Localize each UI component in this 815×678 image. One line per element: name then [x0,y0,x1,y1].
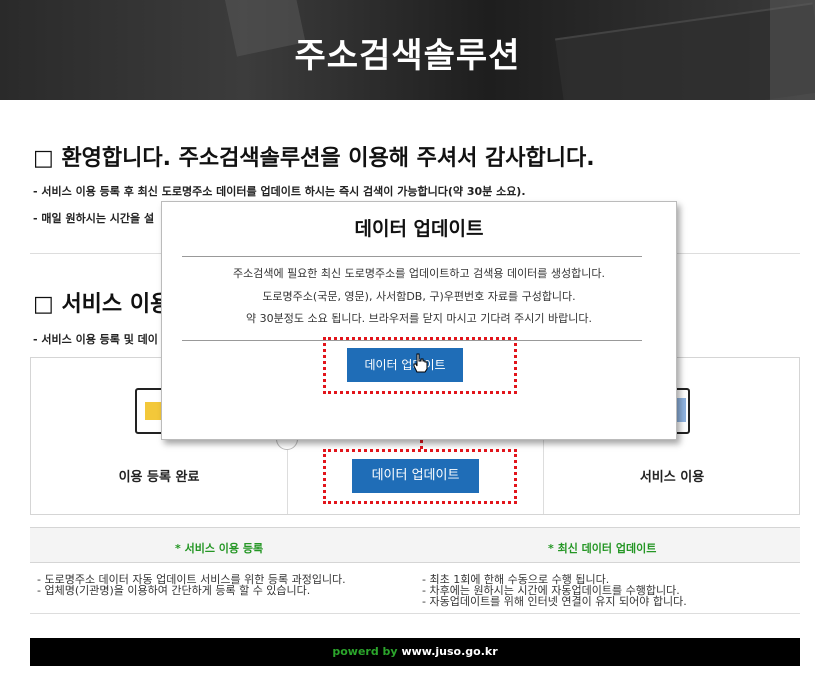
page-title: 주소검색솔루션 [294,36,521,76]
divider [30,613,800,614]
header-banner: 주소검색솔루션 [0,0,815,100]
step-label: 서비스 이용 [639,470,705,485]
footer: powerd by www.juso.go.kr [30,638,800,666]
footer-prefix: powerd by [332,645,398,658]
step-label: 이용 등록 완료 [118,470,200,485]
list-item: - 업체명(기관명)을 이용하여 간단하게 등록 할 수 있습니다. [37,584,311,597]
update-dialog: 데이터 업데이트 주소검색에 필요한 최신 도로명주소를 업데이트하고 검색용 … [161,201,677,440]
info-list-registration: - 도로명주소 데이터 자동 업데이트 서비스를 위한 등록 과정입니다. - … [37,574,346,596]
dialog-text-line: 약 30분정도 소요 됩니다. 브라우저를 닫지 마시고 기다려 주시기 바랍니… [246,312,592,325]
highlight-box [323,449,517,504]
dialog-text-line: 주소검색에 필요한 최신 도로명주소를 업데이트하고 검색용 데이터를 생성합니… [232,267,606,280]
dialog-data-update-button[interactable]: 데이터 업데이트 [347,348,463,382]
info-heading-update: * 최신 데이터 업데이트 [548,542,657,555]
service-description: - 서비스 이용 등록 및 데이 [33,333,158,346]
dialog-title: 데이터 업데이트 [354,218,484,240]
info-header-bar: * 서비스 이용 등록 * 최신 데이터 업데이트 [30,527,800,563]
welcome-heading: □ 환영합니다. 주소검색솔루션을 이용해 주셔서 감사합니다. [33,146,595,171]
welcome-text-line: - 서비스 이용 등록 후 최신 도로명주소 데이터를 업데이트 하시는 즉시 … [33,185,526,198]
welcome-text-line: - 매일 원하시는 시간을 설 [33,212,155,225]
list-item: - 자동업데이트를 위해 인터넷 연결이 유지 되어야 합니다. [422,595,687,608]
divider [182,256,642,257]
info-heading-registration: * 서비스 이용 등록 [175,542,264,555]
hand-cursor-icon [413,353,428,373]
footer-site-link[interactable]: www.juso.go.kr [401,645,497,658]
dialog-text-line: 도로명주소(국문, 영문), 사서함DB, 구)우편번호 자료를 구성합니다. [262,290,576,303]
service-heading: □ 서비스 이용 [33,292,171,317]
info-list-update: - 최초 1회에 한해 수동으로 수행 됩니다. - 차후에는 원하시는 시간에… [422,574,687,607]
